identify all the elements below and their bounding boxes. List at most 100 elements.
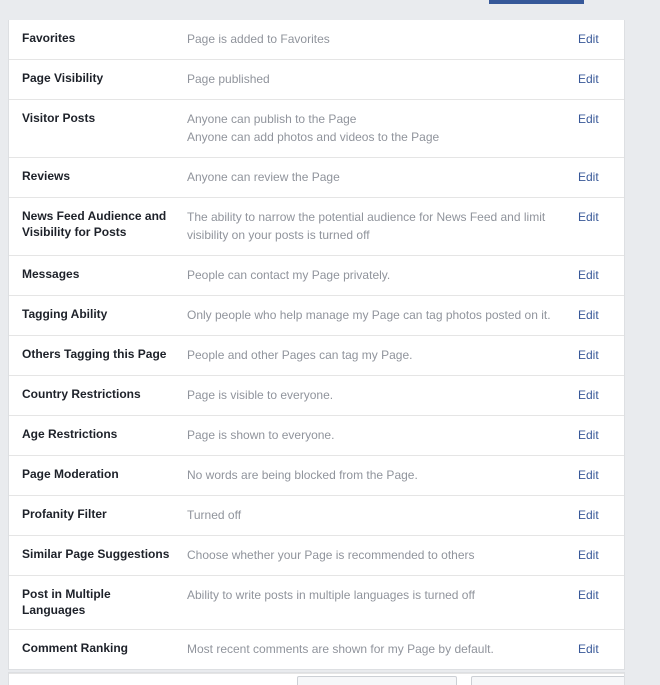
setting-value: Page is shown to everyone. — [177, 426, 578, 444]
edit-link[interactable]: Edit — [578, 468, 599, 482]
setting-label: Similar Page Suggestions — [22, 547, 170, 561]
next-card-divider — [9, 673, 624, 674]
setting-value-line: Anyone can review the Page — [187, 170, 340, 184]
edit-link[interactable]: Edit — [578, 642, 599, 656]
next-card-button-2[interactable] — [471, 676, 624, 685]
edit-link[interactable]: Edit — [578, 428, 599, 442]
setting-action: Edit — [578, 466, 624, 483]
setting-value: No words are being blocked from the Page… — [177, 466, 578, 484]
edit-link[interactable]: Edit — [578, 72, 599, 86]
setting-value: Most recent comments are shown for my Pa… — [177, 640, 578, 658]
setting-action: Edit — [578, 506, 624, 523]
edit-link[interactable]: Edit — [578, 348, 599, 362]
setting-label: Page Visibility — [22, 71, 104, 85]
edit-link[interactable]: Edit — [578, 308, 599, 322]
edit-link[interactable]: Edit — [578, 170, 599, 184]
setting-value: Only people who help manage my Page can … — [177, 306, 578, 324]
setting-value: Ability to write posts in multiple langu… — [177, 586, 578, 604]
setting-value-line: People can contact my Page privately. — [187, 268, 391, 282]
setting-action: Edit — [578, 386, 624, 403]
setting-value-line: Choose whether your Page is recommended … — [187, 548, 475, 562]
edit-link[interactable]: Edit — [578, 210, 599, 224]
setting-action: Edit — [578, 70, 624, 87]
setting-label: Others Tagging this Page — [22, 347, 167, 361]
setting-action: Edit — [578, 346, 624, 363]
setting-action: Edit — [578, 266, 624, 283]
setting-value-line: Only people who help manage my Page can … — [187, 308, 551, 322]
setting-value-line: Page is visible to everyone. — [187, 388, 334, 402]
setting-row: Reviews Anyone can review the Page Edit — [9, 158, 624, 198]
page-gutter — [625, 14, 660, 611]
setting-row: Page Visibility Page published Edit — [9, 60, 624, 100]
setting-row: Profanity Filter Turned off Edit — [9, 496, 624, 536]
setting-row: Messages People can contact my Page priva… — [9, 256, 624, 296]
edit-link[interactable]: Edit — [578, 112, 599, 126]
setting-row: Favorites Page is added to Favorites Edit — [9, 20, 624, 60]
setting-label: News Feed Audience and Visibility for Po… — [22, 209, 167, 239]
setting-value: Page is visible to everyone. — [177, 386, 578, 404]
setting-value-line: Anyone can add photos and videos to the … — [187, 130, 440, 144]
setting-value: Anyone can review the Page — [177, 168, 578, 186]
edit-link[interactable]: Edit — [578, 388, 599, 402]
setting-value: Anyone can publish to the Page Anyone can… — [177, 110, 578, 146]
setting-value: The ability to narrow the potential audi… — [177, 208, 578, 244]
setting-value-line: Page published — [187, 72, 270, 86]
tab-bar-strip — [0, 0, 660, 14]
setting-row: Similar Page Suggestions Choose whether y… — [9, 536, 624, 576]
setting-action: Edit — [578, 208, 624, 225]
edit-link[interactable]: Edit — [578, 588, 599, 602]
setting-value-line: Turned off — [187, 508, 242, 522]
setting-action: Edit — [578, 640, 624, 657]
setting-row: Post in Multiple Languages Ability to wri… — [9, 576, 624, 630]
setting-value-line: Page is added to Favorites — [187, 32, 330, 46]
setting-row: Page Moderation No words are being blocke… — [9, 456, 624, 496]
setting-value-line: visibility on your posts is turned off — [187, 228, 370, 242]
setting-action: Edit — [578, 426, 624, 443]
setting-value: Page published — [177, 70, 578, 88]
setting-row: Country Restrictions Page is visible to e… — [9, 376, 624, 416]
setting-label: Tagging Ability — [22, 307, 108, 321]
setting-value: Turned off — [177, 506, 578, 524]
setting-action: Edit — [578, 306, 624, 323]
edit-link[interactable]: Edit — [578, 32, 599, 46]
setting-value: People and other Pages can tag my Page. — [177, 346, 578, 364]
setting-action: Edit — [578, 110, 624, 127]
setting-value-line: No words are being blocked from the Page… — [187, 468, 418, 482]
setting-row: Others Tagging this Page People and other… — [9, 336, 624, 376]
setting-label: Visitor Posts — [22, 111, 96, 125]
setting-action: Edit — [578, 30, 624, 47]
next-section-card — [8, 672, 625, 685]
setting-label: Messages — [22, 267, 80, 281]
next-card-button-1[interactable] — [297, 676, 457, 685]
setting-action: Edit — [578, 168, 624, 185]
setting-value-line: Anyone can publish to the Page — [187, 112, 357, 126]
setting-label: Reviews — [22, 169, 71, 183]
setting-label: Comment Ranking — [22, 641, 129, 655]
setting-value-line: Most recent comments are shown for my Pa… — [187, 642, 494, 656]
setting-label: Favorites — [22, 31, 76, 45]
setting-label: Profanity Filter — [22, 507, 107, 521]
setting-label: Page Moderation — [22, 467, 119, 481]
setting-label: Country Restrictions — [22, 387, 141, 401]
setting-value-line: The ability to narrow the potential audi… — [187, 210, 546, 224]
active-tab-indicator — [489, 0, 584, 4]
setting-value-line: Ability to write posts in multiple langu… — [187, 588, 475, 602]
setting-label: Post in Multiple Languages — [22, 587, 111, 617]
setting-value: Choose whether your Page is recommended … — [177, 546, 578, 564]
setting-value-line: Page is shown to everyone. — [187, 428, 335, 442]
setting-value-line: People and other Pages can tag my Page. — [187, 348, 413, 362]
setting-value: Page is added to Favorites — [177, 30, 578, 48]
setting-value: People can contact my Page privately. — [177, 266, 578, 284]
general-settings-card: Favorites Page is added to Favorites Edit P… — [8, 20, 625, 670]
setting-action: Edit — [578, 546, 624, 563]
setting-row: Comment Ranking Most recent comments are … — [9, 630, 624, 669]
setting-action: Edit — [578, 586, 624, 603]
edit-link[interactable]: Edit — [578, 508, 599, 522]
setting-row: Visitor Posts Anyone can publish to the P… — [9, 100, 624, 158]
setting-row: News Feed Audience and Visibility for Po… — [9, 198, 624, 256]
setting-row: Age Restrictions Page is shown to everyon… — [9, 416, 624, 456]
setting-row: Tagging Ability Only people who help mana… — [9, 296, 624, 336]
edit-link[interactable]: Edit — [578, 268, 599, 282]
setting-label: Age Restrictions — [22, 427, 118, 441]
edit-link[interactable]: Edit — [578, 548, 599, 562]
